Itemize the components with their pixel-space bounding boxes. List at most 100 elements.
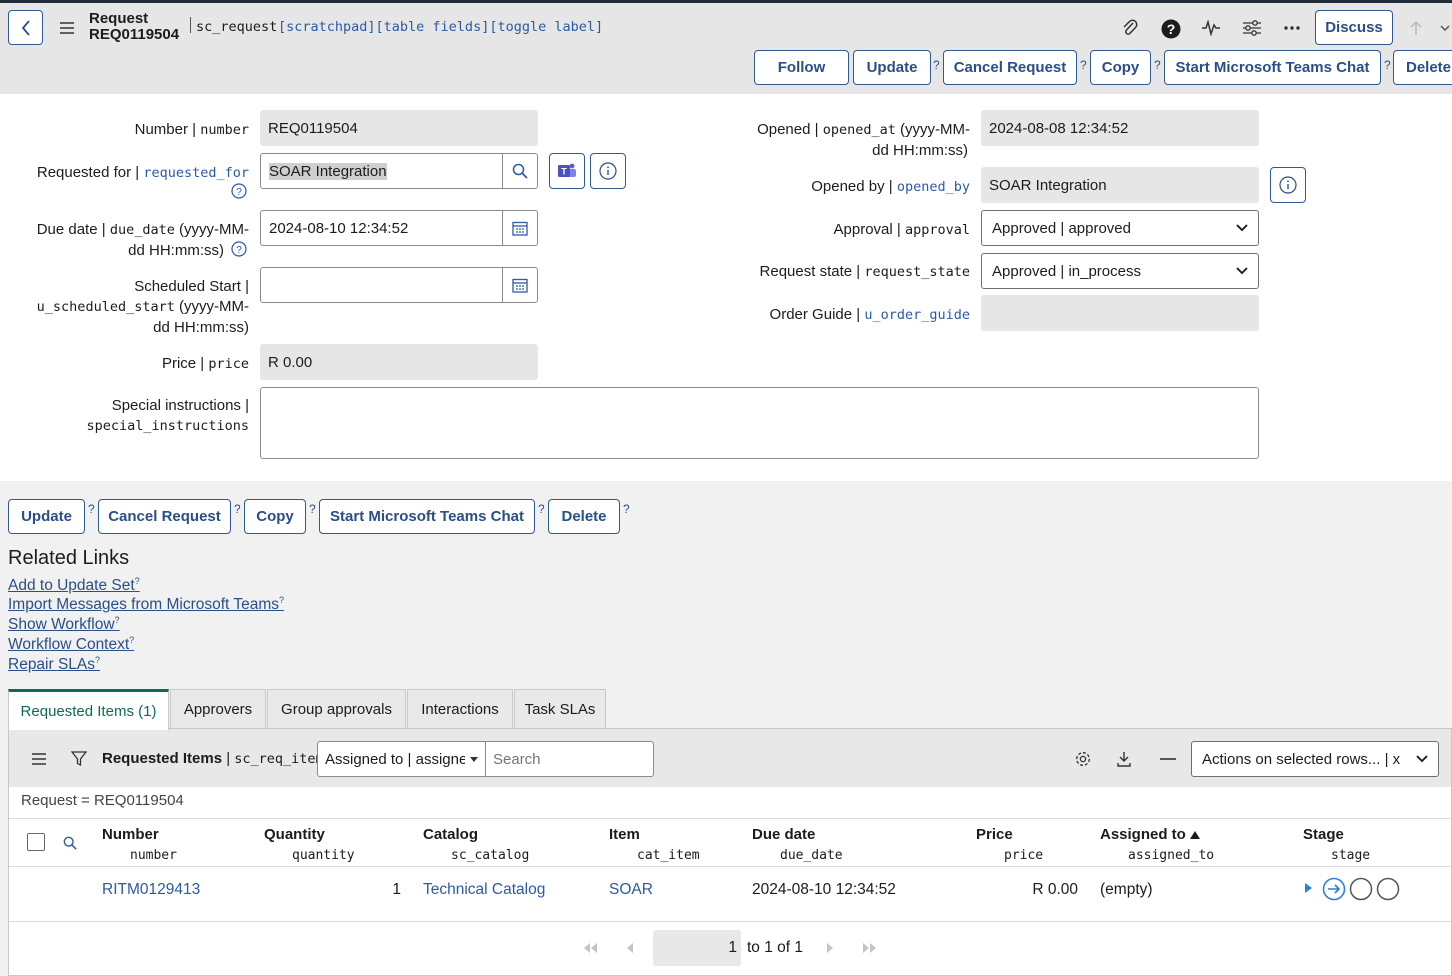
column-header-price[interactable]: Price xyxy=(976,826,1013,843)
cancel-request-button[interactable]: Cancel Request xyxy=(943,50,1077,85)
due-date-input[interactable]: 2024-08-10 12:34:52 xyxy=(260,210,503,246)
update-button[interactable]: Update xyxy=(853,50,931,85)
related-link[interactable]: Show Workflow? xyxy=(8,615,120,634)
teams-chat-button[interactable]: Start Microsoft Teams Chat xyxy=(1164,50,1381,85)
row-assigned-to: (empty) xyxy=(1100,881,1153,898)
svg-text:T: T xyxy=(561,167,567,177)
related-link[interactable]: Repair SLAs? xyxy=(8,655,100,674)
copy-button[interactable]: Copy xyxy=(1090,50,1151,85)
actions-select[interactable]: Actions on selected rows... | x xyxy=(1191,741,1439,777)
due-date-calendar-button[interactable] xyxy=(502,210,538,246)
search-field-select[interactable]: Assigned to | assigne xyxy=(317,741,486,777)
request-state-label: Request state | request_state xyxy=(759,263,970,280)
opened-by-info-button[interactable] xyxy=(1270,167,1306,203)
requested-for-value: SOAR Integration xyxy=(269,162,387,180)
special-instructions-textarea[interactable] xyxy=(260,387,1259,459)
help-marker: ? xyxy=(623,502,630,516)
breadcrumb-divider xyxy=(9,818,1451,819)
next-page-icon[interactable] xyxy=(818,936,842,960)
caret-down-icon xyxy=(470,756,478,762)
list-search-input[interactable] xyxy=(485,741,654,777)
hamburger-menu-icon[interactable] xyxy=(55,16,79,40)
approval-select[interactable]: Approved | approved xyxy=(981,210,1259,246)
tab-task-slas[interactable]: Task SLAs xyxy=(514,689,606,729)
special-instructions-label: Special instructions | xyxy=(111,397,249,414)
order-guide-label: Order Guide | u_order_guide xyxy=(769,306,970,323)
arrow-up-icon[interactable] xyxy=(1404,16,1428,40)
table-name: sc_request xyxy=(196,19,278,35)
column-header-due-date[interactable]: Due date xyxy=(752,826,815,843)
bottom-cancel-request-button[interactable]: Cancel Request xyxy=(98,499,231,534)
chevron-down-icon[interactable] xyxy=(1437,16,1452,40)
more-options-icon[interactable] xyxy=(1280,16,1304,40)
related-link[interactable]: Workflow Context? xyxy=(8,635,134,654)
gear-icon[interactable] xyxy=(1071,747,1095,771)
price-field: R 0.00 xyxy=(260,344,538,380)
related-link[interactable]: Import Messages from Microsoft Teams? xyxy=(8,595,284,614)
tab-requested-items[interactable]: Requested Items (1) xyxy=(8,689,169,730)
column-header-assigned-to[interactable]: Assigned to xyxy=(1100,826,1201,843)
field-help-icon[interactable]: ? xyxy=(229,181,249,201)
activity-icon[interactable] xyxy=(1199,16,1223,40)
row-number-link[interactable]: RITM0129413 xyxy=(102,881,200,899)
previous-page-icon[interactable] xyxy=(618,936,642,960)
row-item-link[interactable]: SOAR xyxy=(609,881,653,899)
column-header-quantity[interactable]: Quantity xyxy=(264,826,325,843)
column-field-due-date: due_date xyxy=(780,848,843,863)
settings-sliders-icon[interactable] xyxy=(1240,16,1264,40)
back-button[interactable] xyxy=(8,10,43,45)
attachment-icon[interactable] xyxy=(1118,16,1142,40)
tab-group-approvals[interactable]: Group approvals xyxy=(267,689,406,729)
discuss-button[interactable]: Discuss xyxy=(1315,10,1393,45)
tab-approvers[interactable]: Approvers xyxy=(170,689,266,729)
column-search-icon[interactable] xyxy=(58,831,82,855)
last-page-icon[interactable] xyxy=(858,936,882,960)
tab-interactions[interactable]: Interactions xyxy=(407,689,513,729)
column-header-catalog[interactable]: Catalog xyxy=(423,826,478,843)
column-header-stage[interactable]: Stage xyxy=(1303,826,1344,843)
info-icon xyxy=(599,162,617,180)
column-header-item[interactable]: Item xyxy=(609,826,640,843)
select-all-checkbox[interactable] xyxy=(27,833,45,851)
help-marker: ? xyxy=(309,502,316,516)
help-icon[interactable]: ? xyxy=(1159,17,1183,41)
requested-for-input[interactable]: SOAR Integration xyxy=(260,153,503,189)
delete-button[interactable]: Delete xyxy=(1393,50,1452,85)
request-state-select[interactable]: Approved | in_process xyxy=(981,253,1259,289)
svg-text:?: ? xyxy=(236,187,242,198)
special-instructions-label-2: special_instructions xyxy=(86,418,249,434)
scheduled-start-input[interactable] xyxy=(260,267,503,303)
bottom-copy-button[interactable]: Copy xyxy=(244,499,306,534)
order-guide-field xyxy=(981,295,1259,331)
list-menu-icon[interactable] xyxy=(27,747,51,771)
help-marker: ? xyxy=(234,502,241,516)
collapse-icon[interactable] xyxy=(1156,747,1180,771)
page-number-input[interactable]: 1 xyxy=(653,930,741,966)
pagination-summary: to 1 of 1 xyxy=(747,939,804,956)
column-header-number[interactable]: Number xyxy=(102,826,159,843)
number-field: REQ0119504 xyxy=(260,110,538,146)
row-catalog-link[interactable]: Technical Catalog xyxy=(423,881,545,899)
info-button[interactable] xyxy=(590,153,626,189)
due-date-label-2: dd HH:mm:ss) xyxy=(128,242,224,259)
download-icon[interactable] xyxy=(1112,747,1136,771)
follow-button[interactable]: Follow xyxy=(754,50,849,85)
debug-links[interactable]: [scratchpad][table fields][toggle label] xyxy=(278,19,603,35)
bottom-delete-button[interactable]: Delete xyxy=(548,499,620,534)
bottom-teams-chat-button[interactable]: Start Microsoft Teams Chat xyxy=(319,499,535,534)
teams-button[interactable]: T xyxy=(549,153,585,189)
opened-field: 2024-08-08 12:34:52 xyxy=(981,110,1259,146)
filter-breadcrumb[interactable]: Request = REQ0119504 xyxy=(21,792,184,809)
related-link[interactable]: Add to Update Set? xyxy=(8,576,140,595)
related-links-title: Related Links xyxy=(8,547,130,569)
scheduled-start-label-2: u_scheduled_start (yyyy-MM- xyxy=(36,298,249,315)
field-help-icon[interactable]: ? xyxy=(229,239,249,259)
lookup-search-button[interactable] xyxy=(502,153,538,189)
requested-for-label: Requested for | requested_for xyxy=(36,164,249,181)
scheduled-start-calendar-button[interactable] xyxy=(502,267,538,303)
chevron-left-icon xyxy=(21,19,30,36)
bottom-update-button[interactable]: Update xyxy=(8,499,85,534)
filter-icon[interactable] xyxy=(67,747,91,771)
stage-expand-icon[interactable] xyxy=(1300,876,1316,900)
first-page-icon[interactable] xyxy=(578,936,602,960)
